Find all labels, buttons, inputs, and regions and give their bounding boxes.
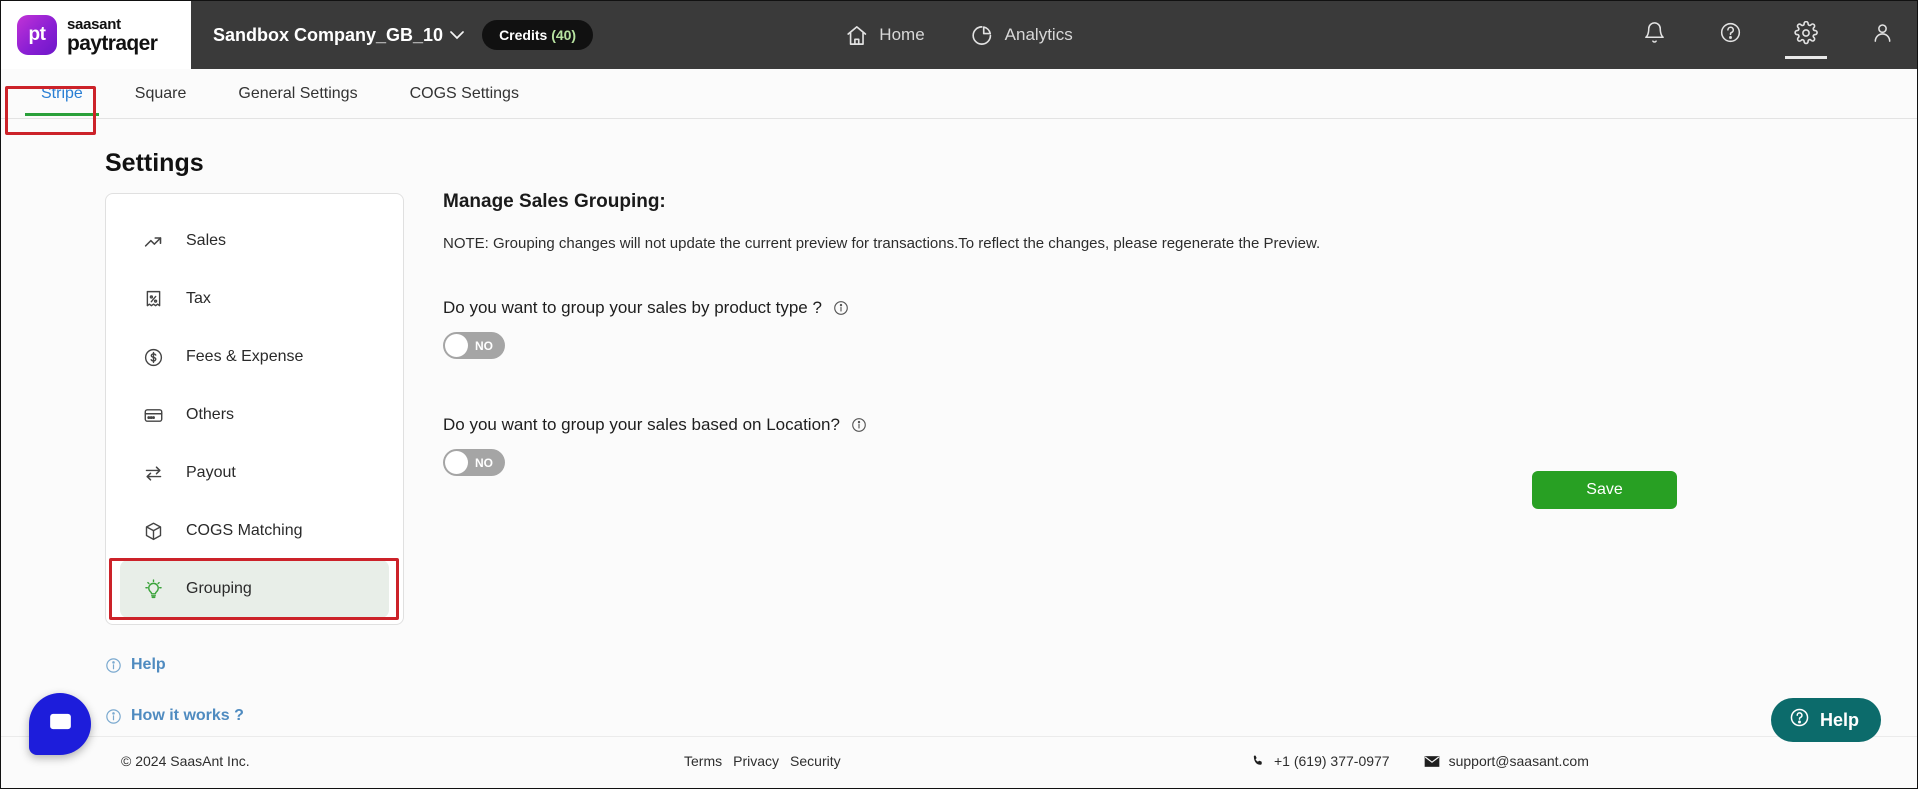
sidebar-link-help[interactable]: Help xyxy=(105,656,166,674)
tab-general-settings[interactable]: General Settings xyxy=(212,72,383,115)
main-navigation: Home Analytics xyxy=(845,24,1073,47)
help-circle-icon xyxy=(1719,21,1742,49)
footer-links: Terms Privacy Security xyxy=(684,753,841,769)
mail-icon xyxy=(1424,755,1440,768)
sidebar-item-sales-label: Sales xyxy=(186,232,227,249)
sidebar-item-cogs-matching[interactable]: COGS Matching xyxy=(120,502,389,560)
brand-line-paytraqer: paytraqer xyxy=(67,31,158,55)
nav-home[interactable]: Home xyxy=(845,24,925,47)
footer-email[interactable]: support@saasant.com xyxy=(1449,753,1589,769)
sidebar-item-grouping[interactable]: Grouping xyxy=(120,560,389,618)
footer-phone: +1 (619) 377-0977 xyxy=(1274,753,1390,769)
info-circle-icon[interactable] xyxy=(833,300,849,316)
sidebar-item-fees-expense-label: Fees & Expense xyxy=(186,348,304,365)
chat-bubble-icon xyxy=(47,708,74,740)
sidebar-item-grouping-label: Grouping xyxy=(186,580,252,597)
sidebar-link-how-it-works[interactable]: How it works ? xyxy=(105,707,244,725)
credits-count: (40) xyxy=(551,27,577,43)
top-right-icon-group xyxy=(1639,18,1897,59)
receipt-percent-icon xyxy=(142,288,164,310)
sidebar-item-payout-label: Payout xyxy=(186,464,236,481)
footer-contact: +1 (619) 377-0977 support@saasant.com xyxy=(1251,753,1589,769)
info-circle-icon xyxy=(105,708,122,725)
tab-stripe-label: Stripe xyxy=(41,85,83,102)
brand-wordmark: saasant paytraqer xyxy=(67,15,158,55)
page-title: Settings xyxy=(105,149,204,177)
card-icon xyxy=(142,404,164,426)
box-icon xyxy=(142,520,164,542)
sidebar-item-tax-label: Tax xyxy=(186,290,211,307)
user-account-button[interactable] xyxy=(1867,18,1897,52)
section-heading: Manage Sales Grouping: xyxy=(443,191,666,212)
settings-sidebar: Sales Tax Fees & Expense Others Payout C… xyxy=(105,193,404,625)
sidebar-item-tax[interactable]: Tax xyxy=(120,270,389,328)
info-circle-icon xyxy=(105,657,122,674)
toggle-group-by-location-value: NO xyxy=(475,455,493,470)
tab-square-label: Square xyxy=(134,85,187,102)
toggle-knob xyxy=(445,451,468,474)
sidebar-item-cogs-matching-label: COGS Matching xyxy=(186,522,303,539)
settings-button[interactable] xyxy=(1785,18,1827,59)
company-name: Sandbox Company_GB_10 xyxy=(213,24,444,45)
company-selector[interactable]: Sandbox Company_GB_10 xyxy=(213,25,464,46)
section-note: NOTE: Grouping changes will not update t… xyxy=(443,235,1321,252)
footer-link-terms[interactable]: Terms xyxy=(684,753,722,769)
notifications-button[interactable] xyxy=(1639,18,1669,52)
paytraqer-logo-icon: pt xyxy=(17,15,57,55)
nav-analytics[interactable]: Analytics xyxy=(971,24,1073,47)
chat-widget-button[interactable] xyxy=(29,693,91,755)
app-window: pt saasant paytraqer Sandbox Company_GB_… xyxy=(0,0,1918,789)
sidebar-item-payout[interactable]: Payout xyxy=(120,444,389,502)
footer-link-privacy[interactable]: Privacy xyxy=(733,753,779,769)
dollar-circle-icon xyxy=(142,346,164,368)
brand-logo[interactable]: pt saasant paytraqer xyxy=(1,1,191,69)
phone-icon xyxy=(1251,754,1265,768)
transfer-arrows-icon xyxy=(142,462,164,484)
sidebar-item-fees-expense[interactable]: Fees & Expense xyxy=(120,328,389,386)
lightbulb-icon xyxy=(142,578,164,600)
info-circle-icon[interactable] xyxy=(851,417,867,433)
trending-up-icon xyxy=(142,230,164,252)
save-button[interactable]: Save xyxy=(1532,471,1677,509)
toggle-group-by-product-type[interactable]: NO xyxy=(443,332,505,359)
help-floating-button-label: Help xyxy=(1819,709,1859,730)
sidebar-item-others-label: Others xyxy=(186,406,235,423)
footer-link-security[interactable]: Security xyxy=(790,753,841,769)
page-footer: © 2024 SaasAnt Inc. Terms Privacy Securi… xyxy=(1,736,1917,788)
pie-chart-icon xyxy=(971,24,994,47)
tab-cogs-settings-label: COGS Settings xyxy=(409,85,519,102)
sidebar-link-help-label: Help xyxy=(131,656,166,673)
question-location: Do you want to group your sales based on… xyxy=(443,415,1877,435)
toggle-group-by-location[interactable]: NO xyxy=(443,449,505,476)
toggle-knob xyxy=(445,334,468,357)
home-icon xyxy=(845,24,868,47)
help-button[interactable] xyxy=(1715,18,1745,52)
credits-badge[interactable]: Credits (40) xyxy=(482,20,594,50)
chevron-down-icon xyxy=(450,28,464,43)
grouping-settings-panel: Manage Sales Grouping: NOTE: Grouping ch… xyxy=(443,191,1877,476)
question-location-label: Do you want to group your sales based on… xyxy=(443,415,840,434)
help-circle-icon xyxy=(1789,707,1810,733)
sidebar-item-sales[interactable]: Sales xyxy=(120,212,389,270)
top-navigation-bar: pt saasant paytraqer Sandbox Company_GB_… xyxy=(1,1,1917,69)
toggle-group-by-product-type-value: NO xyxy=(475,338,493,353)
question-product-type: Do you want to group your sales by produ… xyxy=(443,298,1877,318)
user-icon xyxy=(1871,21,1894,49)
nav-analytics-label: Analytics xyxy=(1004,25,1073,44)
gear-icon xyxy=(1794,20,1818,50)
brand-line-saasant: saasant xyxy=(67,15,121,33)
question-product-type-label: Do you want to group your sales by produ… xyxy=(443,298,822,317)
help-floating-button[interactable]: Help xyxy=(1770,698,1881,742)
tab-cogs-settings[interactable]: COGS Settings xyxy=(384,72,545,115)
bell-icon xyxy=(1643,21,1666,49)
nav-home-label: Home xyxy=(879,25,925,44)
sidebar-link-how-it-works-label: How it works ? xyxy=(131,707,244,724)
settings-tab-bar: Stripe Square General Settings COGS Sett… xyxy=(1,69,1917,119)
sidebar-item-others[interactable]: Others xyxy=(120,386,389,444)
tab-general-settings-label: General Settings xyxy=(238,85,358,102)
tab-stripe[interactable]: Stripe xyxy=(15,72,109,116)
tab-square[interactable]: Square xyxy=(109,72,213,115)
footer-copyright: © 2024 SaasAnt Inc. xyxy=(121,753,250,769)
credits-label: Credits xyxy=(499,27,548,43)
